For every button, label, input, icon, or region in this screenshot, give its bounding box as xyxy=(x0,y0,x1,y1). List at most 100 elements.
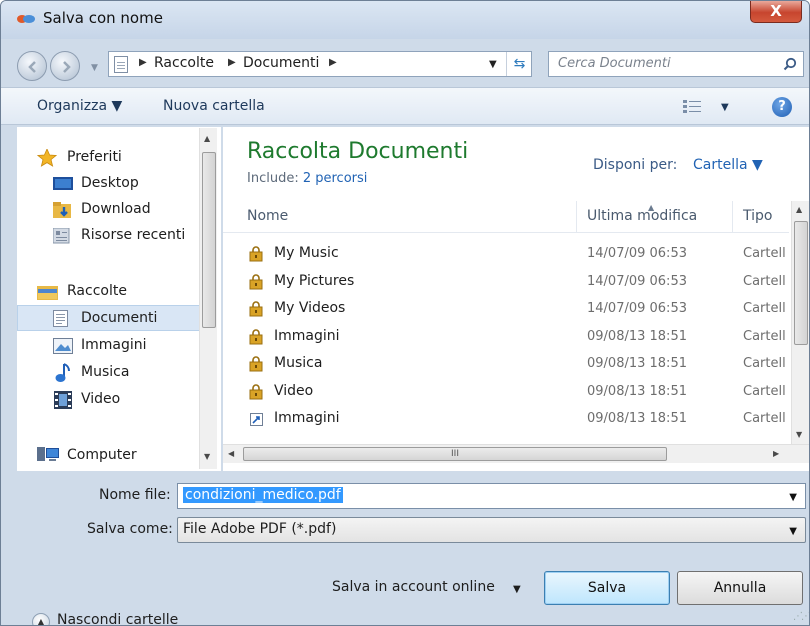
sidebar-item-libraries[interactable]: Raccolte xyxy=(17,279,205,305)
organize-menu[interactable]: Organizza ▼ xyxy=(37,98,122,114)
sidebar-item-documents[interactable]: Documenti xyxy=(17,305,203,331)
scroll-up-icon[interactable]: ▲ xyxy=(796,205,802,214)
scroll-up-icon[interactable]: ▲ xyxy=(204,134,210,143)
filename-value[interactable]: condizioni_medico.pdf xyxy=(183,487,343,503)
scroll-right-icon[interactable]: ▶ xyxy=(773,449,779,458)
file-name: My Music xyxy=(274,245,339,261)
file-date: 09/08/13 18:51 xyxy=(587,411,687,426)
chevron-up-icon[interactable]: ▲ xyxy=(32,613,50,625)
close-button[interactable]: X xyxy=(750,1,802,23)
file-list-scrollbar[interactable]: ▲ ▼ xyxy=(791,201,809,444)
refresh-icon[interactable]: ⇆ xyxy=(506,52,532,76)
sidebar-item-recent[interactable]: Risorse recenti xyxy=(17,223,205,249)
scrollbar-thumb[interactable] xyxy=(202,152,216,328)
save-form: Nome file: condizioni_medico.pdf ▼ Salva… xyxy=(1,471,809,625)
navigation-pane: Preferiti Desktop Download Risorse recen… xyxy=(17,127,221,471)
forward-button[interactable] xyxy=(50,51,80,81)
search-icon[interactable] xyxy=(783,57,797,71)
breadcrumb-separator-icon[interactable]: ▶ xyxy=(228,57,236,68)
scroll-down-icon[interactable]: ▼ xyxy=(796,430,802,439)
cancel-button[interactable]: Annulla xyxy=(677,571,803,605)
address-bar[interactable]: ▶ Raccolte ▶ Documenti ▶ ▼ ⇆ xyxy=(108,51,532,77)
column-divider[interactable] xyxy=(576,201,577,233)
recent-pages-dropdown-icon[interactable]: ▼ xyxy=(91,63,98,73)
sidebar-item-computer[interactable]: Computer xyxy=(17,443,205,469)
column-type[interactable]: Tipo xyxy=(743,208,772,224)
pictures-icon xyxy=(53,338,73,354)
table-row[interactable]: My Pictures 14/07/09 06:53 Cartell xyxy=(223,269,789,296)
sidebar-label-download: Download xyxy=(81,201,151,217)
column-header: Nome ▲ Ultima modifica Tipo xyxy=(223,201,789,233)
sidebar-item-pictures[interactable]: Immagini xyxy=(17,333,205,359)
sidebar-item-download[interactable]: Download xyxy=(17,197,205,223)
column-divider[interactable] xyxy=(732,201,733,233)
table-row[interactable]: Immagini 09/08/13 18:51 Cartell xyxy=(223,406,789,433)
file-date: 09/08/13 18:51 xyxy=(587,328,687,344)
sidebar-label-documents: Documenti xyxy=(81,310,158,326)
arrange-by-label: Disponi per: xyxy=(593,157,678,173)
breadcrumb-separator-icon[interactable]: ▶ xyxy=(139,57,147,68)
breadcrumb-documenti[interactable]: Documenti xyxy=(243,55,319,71)
scrollbar-thumb[interactable]: III xyxy=(243,447,667,461)
table-row[interactable]: Video 09/08/13 18:51 Cartell xyxy=(223,379,789,406)
file-type: Cartell xyxy=(743,301,786,316)
arrow-left-icon xyxy=(28,61,36,73)
locked-folder-icon xyxy=(249,383,265,404)
view-dropdown-icon[interactable]: ▼ xyxy=(721,102,729,113)
table-row[interactable]: Musica 09/08/13 18:51 Cartell xyxy=(223,351,789,378)
new-folder-button[interactable]: Nuova cartella xyxy=(163,98,265,114)
arrange-by-dropdown[interactable]: Cartella ▼ xyxy=(693,157,763,173)
hide-folders-button[interactable]: Nascondi cartelle xyxy=(57,612,178,625)
column-modified[interactable]: Ultima modifica xyxy=(587,208,697,224)
locked-folder-icon xyxy=(249,246,265,266)
scroll-down-icon[interactable]: ▼ xyxy=(204,452,210,461)
library-title: Raccolta Documenti xyxy=(247,139,469,164)
search-box[interactable]: Cerca Documenti xyxy=(548,51,804,77)
sidebar-label-libraries: Raccolte xyxy=(67,283,127,299)
recent-places-icon xyxy=(53,228,70,244)
breadcrumb-raccolte[interactable]: Raccolte xyxy=(154,55,214,71)
breadcrumb-separator-icon[interactable]: ▶ xyxy=(329,57,337,68)
scrollbar-thumb[interactable] xyxy=(794,221,808,345)
filename-dropdown-icon[interactable]: ▼ xyxy=(789,492,797,503)
help-icon[interactable]: ? xyxy=(772,97,792,117)
address-dropdown-icon[interactable]: ▼ xyxy=(489,59,497,70)
table-row[interactable]: My Music 14/07/09 06:53 Cartell xyxy=(223,241,789,268)
horizontal-scrollbar[interactable]: ◀ III ▶ xyxy=(223,444,809,463)
include-locations-link[interactable]: 2 percorsi xyxy=(303,171,368,186)
scroll-left-icon[interactable]: ◀ xyxy=(228,449,234,458)
locked-folder-icon xyxy=(249,328,265,349)
resize-grip-icon[interactable]: ⋰⋰ xyxy=(793,611,809,622)
filename-label: Nome file: xyxy=(99,487,171,503)
search-placeholder[interactable]: Cerca Documenti xyxy=(558,56,671,71)
documents-icon xyxy=(53,310,68,327)
table-row[interactable]: My Videos 14/07/09 06:53 Cartell xyxy=(223,296,789,323)
libraries-icon xyxy=(37,286,58,300)
save-online-button[interactable]: Salva in account online xyxy=(332,579,495,595)
table-row[interactable]: Immagini 09/08/13 18:51 Cartell xyxy=(223,324,789,351)
filename-input[interactable]: condizioni_medico.pdf ▼ xyxy=(177,483,806,509)
navigation-scrollbar[interactable]: ▲ ▼ xyxy=(199,128,217,469)
command-bar: Organizza ▼ Nuova cartella ▼ ? xyxy=(1,87,809,125)
sidebar-label-music: Musica xyxy=(81,364,130,380)
file-date: 09/08/13 18:51 xyxy=(587,383,687,399)
save-as-type-dropdown-icon[interactable]: ▼ xyxy=(789,526,797,537)
file-name: Video xyxy=(274,382,314,399)
save-button[interactable]: Salva xyxy=(544,571,670,605)
save-as-type-select[interactable]: File Adobe PDF (*.pdf) ▼ xyxy=(177,517,806,543)
back-button[interactable] xyxy=(17,51,47,81)
column-name[interactable]: Nome xyxy=(247,208,288,224)
file-name: Musica xyxy=(274,355,323,371)
sidebar-item-desktop[interactable]: Desktop xyxy=(17,171,205,197)
sidebar-item-favorites[interactable]: Preferiti xyxy=(17,145,205,171)
sidebar-item-video[interactable]: Video xyxy=(17,387,205,413)
sidebar-label-desktop: Desktop xyxy=(81,175,139,191)
sidebar-item-music[interactable]: Musica xyxy=(17,360,205,386)
download-folder-icon xyxy=(53,202,71,218)
save-online-dropdown-icon[interactable]: ▼ xyxy=(513,584,521,595)
sidebar-label-computer: Computer xyxy=(67,447,137,463)
file-type: Cartell xyxy=(743,383,786,399)
sidebar-label-pictures: Immagini xyxy=(81,337,147,353)
view-options-icon[interactable] xyxy=(683,100,703,114)
library-include: Include: 2 percorsi xyxy=(247,171,367,186)
